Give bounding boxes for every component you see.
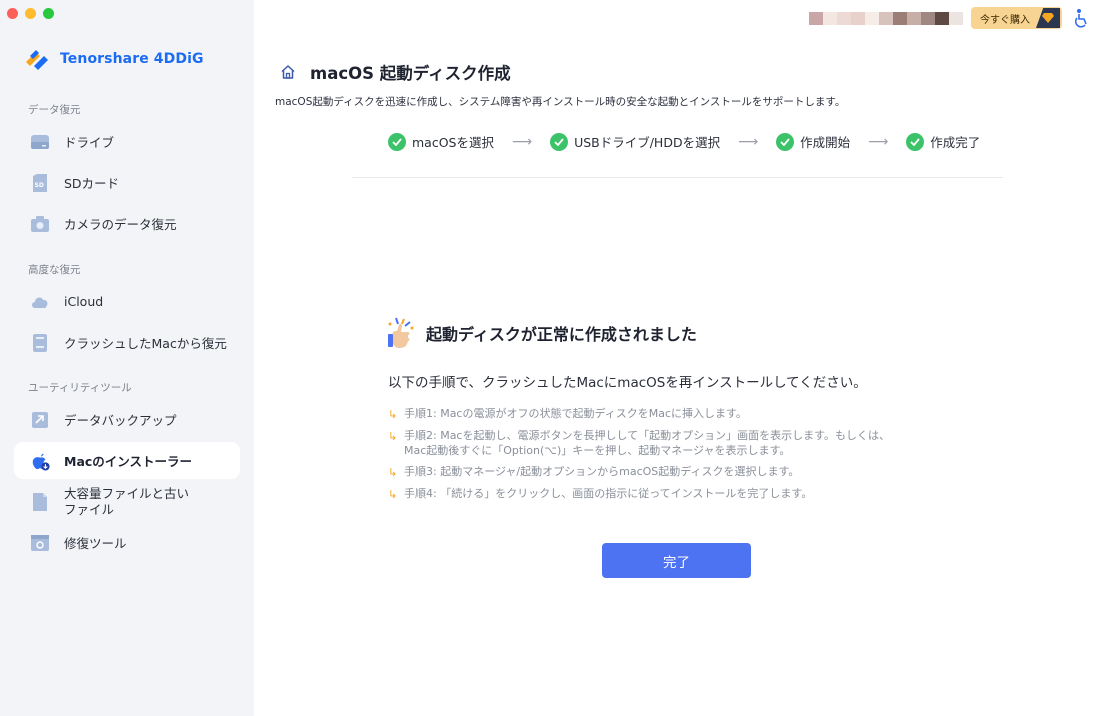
section-label-advanced-recovery: 高度な復元 bbox=[28, 264, 81, 276]
buy-now-button[interactable]: 今すぐ購入 bbox=[971, 7, 1062, 29]
sidebar-item-repair-tool[interactable]: 修復ツール bbox=[14, 524, 240, 561]
arrow-bullet-icon: ↳ bbox=[388, 408, 398, 421]
backup-icon bbox=[30, 410, 50, 430]
check-icon bbox=[550, 132, 569, 151]
sidebar-item-icloud[interactable]: iCloud bbox=[14, 283, 240, 320]
instruction-step-text-line1: 手順2: Macを起動し、電源ボタンを長押しして「起動オプション」画面を表示しま… bbox=[404, 429, 891, 442]
sidebar-item-data-backup[interactable]: データバックアップ bbox=[14, 401, 240, 438]
sidebar-item-label-line1: 大容量ファイルと古い bbox=[64, 485, 190, 501]
page-subtitle: macOS起動ディスクを迅速に作成し、システム障害や再インストール時の安全な起動… bbox=[275, 96, 846, 108]
sidebar-item-label: 大容量ファイルと古い ファイル bbox=[64, 486, 189, 518]
success-header: 起動ディスクが正常に作成されました bbox=[386, 316, 697, 350]
repair-tool-icon bbox=[30, 533, 50, 553]
sidebar-item-mac-installer[interactable]: Macのインストーラー bbox=[14, 442, 240, 479]
step-creation-complete: 作成完了 bbox=[906, 132, 980, 151]
main-panel: 今すぐ購入 macOS 起動ディスク作成 macOS起動ディスクを迅速に作成し、… bbox=[254, 0, 1100, 716]
success-title: 起動ディスクが正常に作成されました bbox=[426, 325, 697, 344]
arrow-bullet-icon: ↳ bbox=[388, 466, 398, 479]
page-header: macOS 起動ディスク作成 bbox=[280, 60, 511, 84]
large-files-icon bbox=[30, 492, 50, 512]
camera-icon bbox=[30, 214, 50, 234]
sidebar-item-camera[interactable]: カメラのデータ復元 bbox=[14, 205, 240, 242]
brand-logo-icon bbox=[26, 50, 48, 70]
sidebar-item-label: SDカード bbox=[64, 176, 120, 191]
instruction-steps: ↳ 手順1: Macの電源がオフの状態で起動ディスクをMacに挿入します。 ↳ … bbox=[388, 406, 978, 508]
check-icon bbox=[776, 132, 795, 151]
sidebar-item-large-files[interactable]: 大容量ファイルと古い ファイル bbox=[14, 483, 240, 520]
buy-now-label: 今すぐ購入 bbox=[980, 14, 1030, 26]
svg-text:SD: SD bbox=[35, 182, 44, 189]
page-title: macOS 起動ディスク作成 bbox=[310, 64, 511, 83]
check-icon bbox=[906, 132, 925, 151]
step-select-macos: macOSを選択 bbox=[388, 132, 494, 151]
instruction-step: ↳ 手順1: Macの電源がオフの状態で起動ディスクをMacに挿入します。 bbox=[388, 406, 978, 422]
arrow-bullet-icon: ↳ bbox=[388, 488, 398, 501]
brand: Tenorshare 4DDiG bbox=[22, 44, 204, 74]
section-label-data-recovery: データ復元 bbox=[28, 104, 81, 116]
crashed-mac-icon bbox=[30, 333, 50, 353]
instruction-step: ↳ 手順3: 起動マネージャ/起動オプションからmacOS起動ディスクを選択しま… bbox=[388, 464, 978, 480]
instruction-step-text: 手順3: 起動マネージャ/起動オプションからmacOS起動ディスクを選択します。 bbox=[404, 465, 800, 478]
section-label-utility-tools: ユーティリティツール bbox=[28, 382, 132, 394]
minimize-window-button[interactable] bbox=[25, 8, 36, 19]
sidebar-item-drive[interactable]: ドライブ bbox=[14, 123, 240, 160]
accessibility-icon[interactable] bbox=[1072, 8, 1092, 28]
drive-icon bbox=[30, 132, 50, 152]
sidebar-item-label: データバックアップ bbox=[64, 413, 177, 428]
cloud-icon bbox=[30, 292, 50, 312]
home-icon[interactable] bbox=[280, 64, 296, 80]
instruction-step: ↳ 手順4: 「続ける」をクリックし、画面の指示に従ってインストールを完了します… bbox=[388, 486, 978, 502]
celebration-icon bbox=[388, 317, 414, 348]
done-button[interactable]: 完了 bbox=[602, 543, 751, 578]
sd-card-icon: SD bbox=[30, 173, 50, 193]
sidebar-item-crashed-mac[interactable]: クラッシュしたMacから復元 bbox=[14, 324, 240, 361]
step-label: macOSを選択 bbox=[412, 135, 494, 150]
arrow-right-icon: ⟶ bbox=[738, 133, 759, 150]
sidebar-item-label: ドライブ bbox=[64, 135, 115, 150]
divider bbox=[352, 177, 1003, 178]
instruction-step-text: 手順4: 「続ける」をクリックし、画面の指示に従ってインストールを完了します。 bbox=[404, 487, 813, 500]
sidebar-item-sd-card[interactable]: SD SDカード bbox=[14, 164, 240, 201]
account-avatar-pixelated[interactable] bbox=[809, 11, 963, 25]
apple-installer-icon bbox=[30, 451, 50, 471]
step-label: 作成完了 bbox=[930, 135, 981, 150]
sidebar-item-label: カメラのデータ復元 bbox=[64, 217, 177, 232]
step-label: USBドライブ/HDDを選択 bbox=[574, 135, 721, 150]
progress-steps: macOSを選択 ⟶ USBドライブ/HDDを選択 ⟶ 作成開始 ⟶ 作成完了 bbox=[388, 132, 980, 151]
sidebar-item-label-line2: ファイル bbox=[64, 501, 115, 517]
arrow-right-icon: ⟶ bbox=[868, 133, 889, 150]
step-label: 作成開始 bbox=[800, 135, 851, 150]
sidebar-item-label: Macのインストーラー bbox=[64, 454, 193, 469]
check-icon bbox=[388, 132, 406, 151]
sidebar-item-label: iCloud bbox=[64, 294, 104, 309]
instruction-step-text-line2: Mac起動後すぐに「Option(⌥)」キーを押し、起動マネージャを表示します。 bbox=[404, 444, 791, 457]
top-bar: 今すぐ購入 bbox=[809, 6, 1100, 30]
step-start-creation: 作成開始 bbox=[776, 132, 850, 151]
instruction-step-text: 手順2: Macを起動し、電源ボタンを長押しして「起動オプション」画面を表示しま… bbox=[404, 428, 890, 458]
window-controls bbox=[7, 8, 54, 19]
arrow-right-icon: ⟶ bbox=[511, 133, 533, 150]
sidebar: Tenorshare 4DDiG データ復元 ドライブ SD SDカード カメラ… bbox=[0, 0, 254, 716]
instruction-step: ↳ 手順2: Macを起動し、電源ボタンを長押しして「起動オプション」画面を表示… bbox=[388, 428, 978, 458]
instruction-step-text: 手順1: Macの電源がオフの状態で起動ディスクをMacに挿入します。 bbox=[404, 407, 747, 420]
sidebar-item-label: 修復ツール bbox=[64, 536, 127, 551]
step-select-drive: USBドライブ/HDDを選択 bbox=[550, 132, 720, 151]
zoom-window-button[interactable] bbox=[43, 8, 54, 19]
arrow-bullet-icon: ↳ bbox=[388, 430, 398, 443]
brand-name: Tenorshare 4DDiG bbox=[60, 51, 204, 67]
sidebar-item-label: クラッシュしたMacから復元 bbox=[64, 336, 227, 351]
close-window-button[interactable] bbox=[7, 8, 18, 19]
instruction-text: 以下の手順で、クラッシュしたMacにmacOSを再インストールしてください。 bbox=[388, 375, 867, 391]
diamond-icon bbox=[1036, 8, 1060, 28]
